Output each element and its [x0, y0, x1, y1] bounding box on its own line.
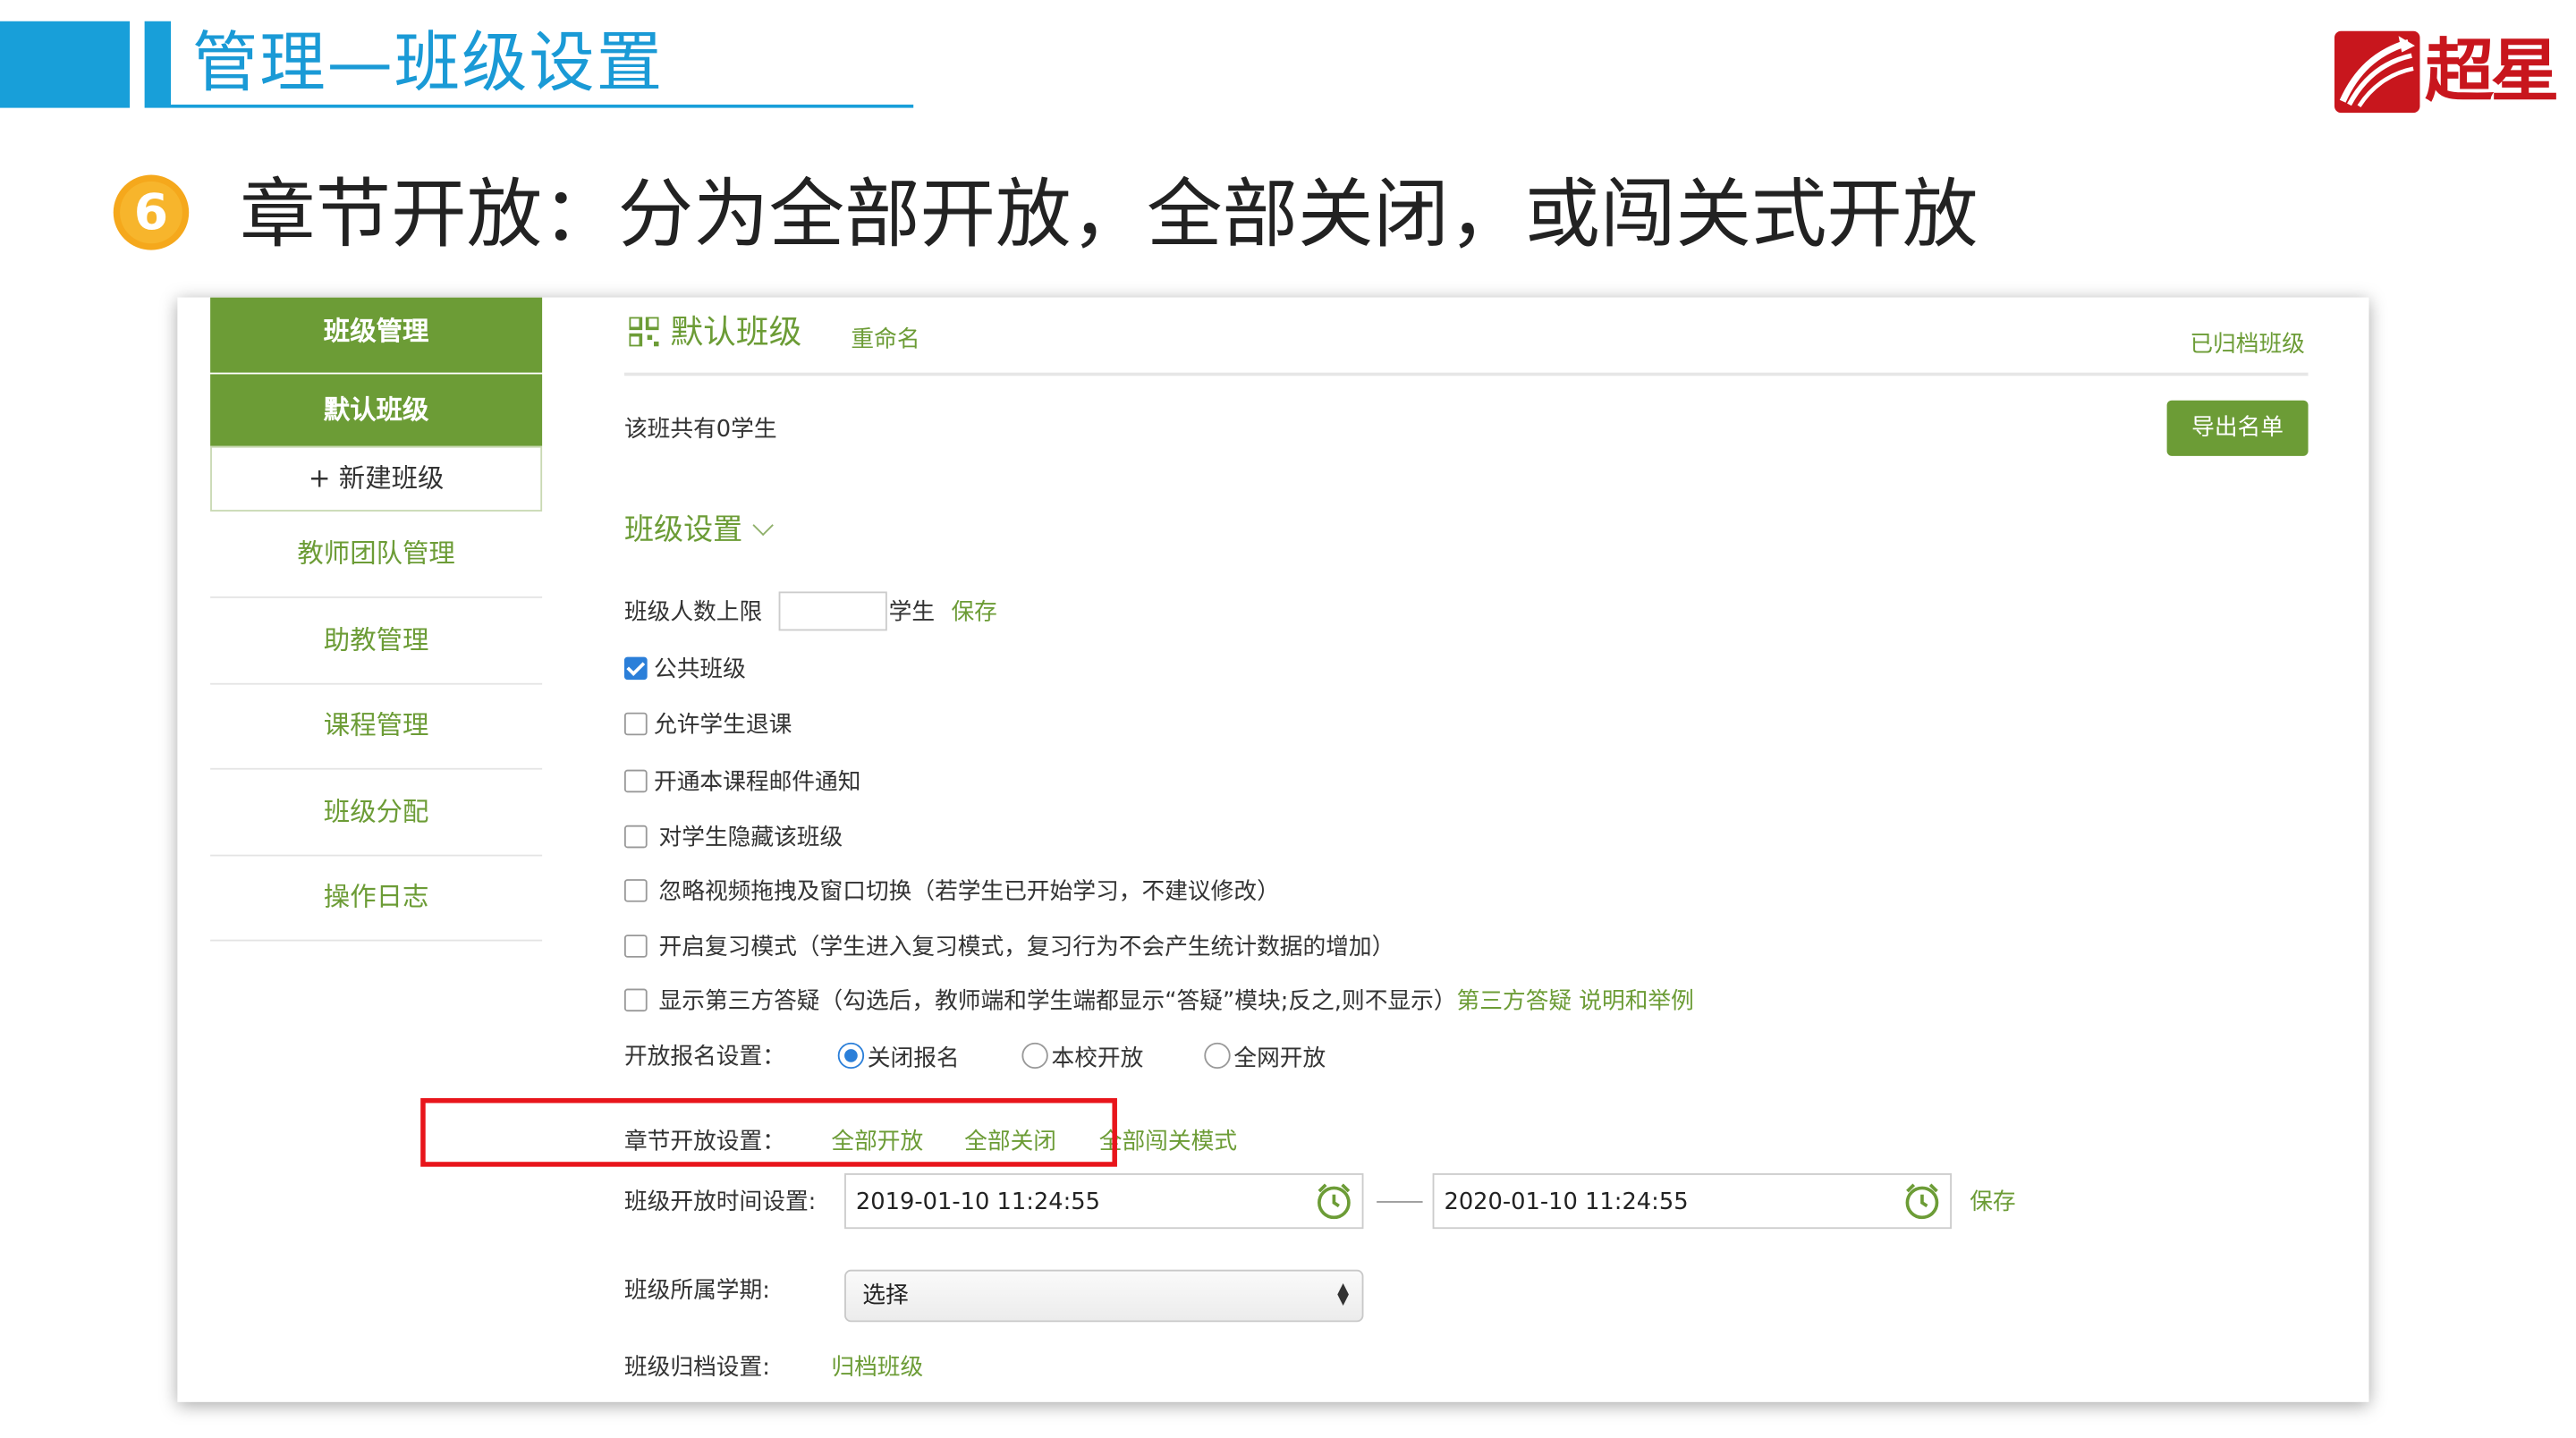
step-number-text: 6 — [134, 183, 168, 241]
radio-label: 本校开放 — [1051, 1045, 1144, 1072]
sidebar-item-default-class[interactable]: 默认班级 — [210, 374, 543, 446]
checkbox-label: 忽略视频拖拽及窗口切换（若学生已开始学习，不建议修改） — [658, 879, 1280, 906]
enroll-school-radio[interactable] — [1021, 1042, 1048, 1070]
sidebar-item-teacher-team[interactable]: 教师团队管理 — [210, 512, 543, 598]
student-count: 该班共有0学生 — [623, 416, 777, 444]
semester-value: 选择 — [862, 1282, 909, 1309]
new-class-button[interactable]: + 新建班级 — [210, 445, 543, 512]
archive-class-link[interactable]: 归档班级 — [831, 1349, 923, 1383]
third-party-qa-help-link[interactable]: 第三方答疑 说明和举例 — [1457, 989, 1694, 1015]
header-accent-block — [0, 21, 131, 108]
chevron-down-icon — [752, 514, 774, 537]
header-underline — [171, 104, 914, 108]
ignore-video-drag-checkbox[interactable] — [623, 879, 648, 902]
sidebar-item-class-assignment[interactable]: 班级分配 — [210, 770, 543, 857]
sidebar-item-course[interactable]: 课程管理 — [210, 683, 543, 770]
enroll-label: 开放报名设置： — [623, 1044, 785, 1070]
class-limit-input[interactable] — [778, 591, 887, 631]
step-number-badge: 6 — [113, 174, 190, 250]
checkbox-label: 显示第三方答疑（勾选后，教师端和学生端都显示“答疑”模块;反之,则不显示）第三方… — [659, 984, 1694, 1017]
chapter-settings-highlight — [420, 1097, 1117, 1167]
export-list-button[interactable]: 导出名单 — [2166, 400, 2309, 456]
class-settings-screenshot: 班级管理 默认班级 + 新建班级 教师团队管理 助教管理 课程管理 班级分配 操… — [177, 297, 2369, 1402]
section-title-text: 班级设置 — [623, 512, 743, 548]
class-name: 默认班级 — [670, 312, 802, 351]
checkbox-label: 开通本课程邮件通知 — [654, 769, 861, 796]
limit-save-link[interactable]: 保存 — [951, 595, 996, 628]
start-time-value: 2019-01-10 11:24:55 — [855, 1189, 1101, 1216]
third-party-qa-checkbox[interactable] — [623, 988, 648, 1012]
time-range-dash — [1377, 1201, 1423, 1203]
checkbox-label: 允许学生退课 — [654, 712, 792, 739]
archived-classes-link[interactable]: 已归档班级 — [2190, 326, 2305, 360]
review-mode-checkbox[interactable] — [623, 935, 648, 958]
section-title[interactable]: 班级设置 — [623, 506, 774, 549]
hide-class-checkbox[interactable] — [623, 825, 648, 849]
enroll-all-radio[interactable] — [1204, 1042, 1231, 1070]
archive-label: 班级归档设置: — [623, 1354, 770, 1382]
rename-link[interactable]: 重命名 — [851, 322, 919, 355]
checkbox-label: 开启复习模式（学生进入复习模式，复习行为不会产生统计数据的增加） — [658, 935, 1395, 961]
select-arrows-icon: ▲ ▼ — [1337, 1281, 1349, 1309]
radio-label: 关闭报名 — [867, 1045, 960, 1072]
sidebar-header[interactable]: 班级管理 — [210, 297, 543, 373]
checkbox-label: 对学生隐藏该班级 — [658, 825, 843, 852]
limit-unit: 学生 — [888, 599, 936, 626]
limit-label: 班级人数上限 — [623, 599, 763, 626]
chaoxing-logo: 超星 — [2333, 30, 2560, 118]
time-save-link[interactable]: 保存 — [1970, 1185, 2015, 1218]
email-notify-checkbox[interactable] — [623, 769, 648, 793]
alarm-clock-icon[interactable] — [1314, 1181, 1353, 1221]
header-divider — [623, 372, 2309, 376]
enroll-closed-radio[interactable] — [837, 1042, 865, 1070]
alarm-clock-icon[interactable] — [1902, 1181, 1942, 1221]
slide-title: 管理—班级设置 — [191, 26, 665, 102]
open-time-label: 班级开放时间设置: — [623, 1189, 817, 1216]
third-party-qa-label: 显示第三方答疑（勾选后，教师端和学生端都显示“答疑”模块;反之,则不显示） — [658, 988, 1457, 1015]
slide-subtitle: 章节开放：分为全部开放，全部关闭，或闯关式开放 — [240, 170, 1979, 258]
logo-text: 超星 — [2424, 30, 2560, 112]
slide: 管理—班级设置 超星 6 章节开放：分为全部开放，全部关闭，或闯关式开放 班级管… — [0, 0, 2576, 1438]
sidebar-item-assistant[interactable]: 助教管理 — [210, 598, 543, 685]
sidebar-item-operation-log[interactable]: 操作日志 — [210, 855, 543, 942]
header-accent-bar — [144, 21, 172, 108]
allow-drop-checkbox[interactable] — [623, 712, 648, 736]
start-time-input[interactable]: 2019-01-10 11:24:55 — [844, 1173, 1364, 1230]
logo-mark-icon — [2334, 30, 2420, 114]
public-class-checkbox[interactable] — [623, 656, 648, 681]
main-content: 默认班级 重命名 已归档班级 该班共有0学生 导出名单 班级设置 班级人数上限 … — [623, 298, 2309, 1402]
radio-label: 全网开放 — [1233, 1045, 1326, 1072]
end-time-value: 2020-01-10 11:24:55 — [1444, 1189, 1689, 1216]
checkbox-label: 公共班级 — [654, 656, 746, 683]
qr-code-icon — [629, 317, 659, 347]
semester-select[interactable]: 选择 ▲ ▼ — [844, 1269, 1364, 1323]
end-time-input[interactable]: 2020-01-10 11:24:55 — [1432, 1173, 1952, 1230]
semester-label: 班级所属学期: — [623, 1277, 770, 1305]
chapter-level-mode-link[interactable]: 全部闯关模式 — [1099, 1124, 1237, 1157]
